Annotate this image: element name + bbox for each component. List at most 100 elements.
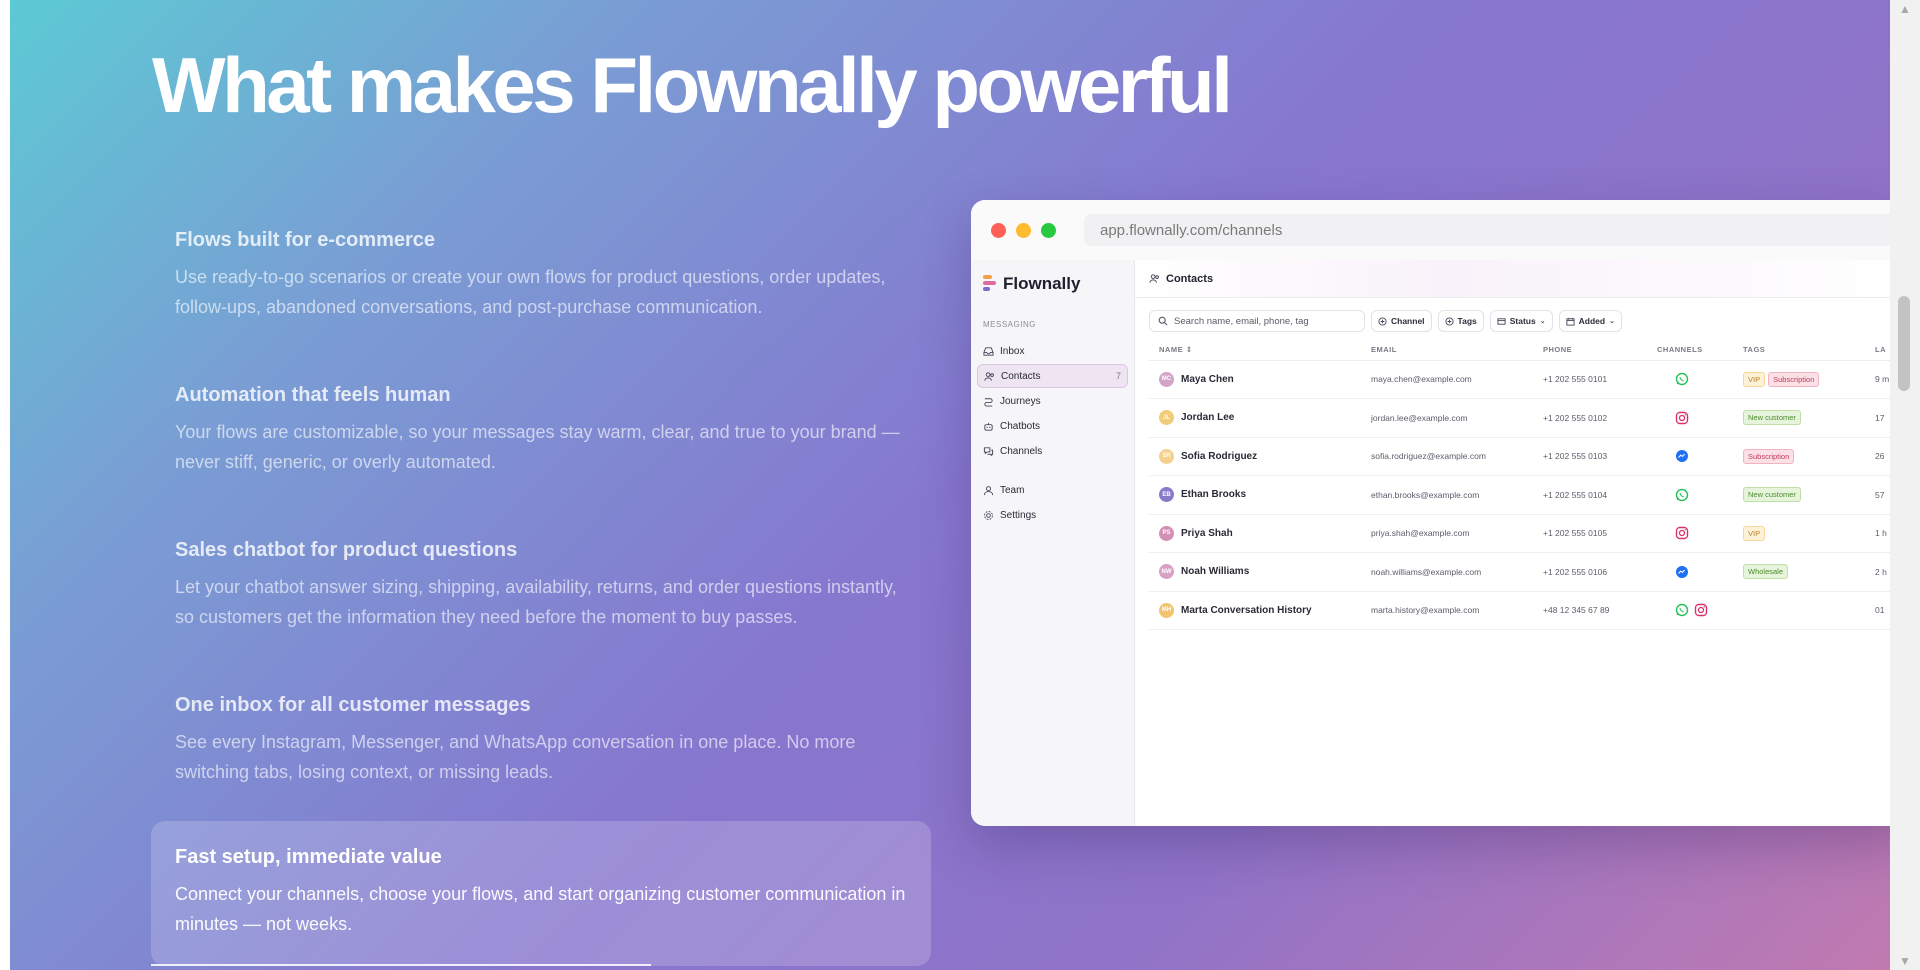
- contact-phone: +1 202 555 0103: [1533, 437, 1647, 476]
- contact-name-cell: SR Sofia Rodriguez: [1159, 448, 1361, 464]
- contact-phone: +1 202 555 0102: [1533, 398, 1647, 438]
- nav-group-label: MESSAGING: [983, 320, 1036, 329]
- contact-tags: Wholesale: [1733, 552, 1865, 592]
- avatar: MH: [1159, 602, 1174, 618]
- page-left-gutter: [0, 0, 10, 970]
- feature-flows-ecommerce[interactable]: Flows built for e-commerce Use ready-to-…: [151, 228, 931, 322]
- chevron-down-icon: ⌄: [1609, 318, 1615, 325]
- team-icon: [983, 485, 994, 495]
- sidebar-item-settings[interactable]: Settings: [977, 503, 1128, 527]
- section-title: What makes Flownally powerful: [152, 41, 1233, 129]
- table-row[interactable]: SR Sofia Rodriguez sofia.rodriguez@example…: [1149, 437, 1890, 476]
- feature-text: Connect your channels, choose your flows…: [175, 884, 906, 934]
- contacts-table-body: MC Maya Chen maya.chen@example.com +1 202 5…: [1149, 360, 1890, 630]
- scroll-down-icon[interactable]: ▼: [1898, 954, 1912, 968]
- table-row[interactable]: MC Maya Chen maya.chen@example.com +1 202 5…: [1149, 360, 1890, 399]
- contact-tags: Subscription: [1733, 437, 1865, 476]
- feature-sales-chatbot[interactable]: Sales chatbot for product questions Let …: [151, 538, 931, 632]
- sidebar-item-channels[interactable]: Channels: [977, 439, 1128, 463]
- feature-title: Fast setup, immediate value: [175, 846, 442, 868]
- contact-last-activity: 1 h: [1865, 514, 1890, 553]
- column-last: LA: [1865, 340, 1890, 361]
- filter-channel[interactable]: Channel: [1371, 310, 1432, 332]
- maximize-window-dot: [1041, 222, 1056, 238]
- contact-channels: [1657, 488, 1733, 502]
- filter-tags[interactable]: Tags: [1437, 310, 1484, 332]
- scroll-up-icon[interactable]: ▲: [1898, 2, 1912, 16]
- sidebar-item-count: 7: [1115, 371, 1121, 381]
- contact-email: sofia.rodriguez@example.com: [1361, 437, 1533, 476]
- contacts-toolbar: Search name, email, phone, tag Channel T…: [1149, 310, 1890, 332]
- avatar: JL: [1159, 410, 1174, 426]
- avatar: PS: [1159, 525, 1174, 541]
- sidebar-item-journeys[interactable]: Journeys: [977, 389, 1128, 413]
- feature-title: Sales chatbot for product questions: [175, 539, 518, 561]
- feature-fast-setup[interactable]: Fast setup, immediate value Connect your…: [151, 821, 931, 966]
- filter-added[interactable]: Added ⌄: [1558, 310, 1622, 332]
- app-sidebar: Flownally MESSAGING Inbox Contacts 7 Journe…: [971, 260, 1135, 826]
- contacts-panel: Contacts Search name, email, phone, tag …: [1135, 260, 1890, 826]
- contact-tags: VIP Subscription: [1733, 360, 1865, 399]
- contact-channels: [1657, 565, 1733, 579]
- sidebar-item-team[interactable]: Team: [977, 478, 1128, 502]
- contact-phone: +48 12 345 67 89: [1533, 591, 1647, 630]
- filter-label: Channel: [1391, 316, 1425, 326]
- avatar: NW: [1159, 564, 1174, 580]
- feature-title: Flows built for e-commerce: [175, 229, 436, 251]
- tag-badge: Subscription: [1768, 371, 1820, 387]
- journeys-icon: [984, 397, 993, 407]
- contact-email: marta.history@example.com: [1361, 591, 1533, 630]
- contact-last-activity: 17: [1865, 398, 1890, 438]
- table-row[interactable]: PS Priya Shah priya.shah@example.com +1 202…: [1149, 514, 1890, 553]
- contact-phone: +1 202 555 0105: [1533, 514, 1647, 553]
- instagram-icon: [1694, 604, 1708, 617]
- sidebar-item-inbox[interactable]: Inbox: [977, 339, 1128, 363]
- messenger-icon: [1676, 565, 1688, 578]
- sidebar-item-contacts[interactable]: Contacts 7: [977, 364, 1128, 388]
- tag-badge: VIP: [1743, 525, 1766, 541]
- features-section: What makes Flownally powerful Flows buil…: [10, 0, 1890, 970]
- contacts-header: Contacts: [1135, 260, 1890, 298]
- feature-automation-human[interactable]: Automation that feels human Your flows a…: [151, 383, 931, 477]
- channels-icon: [983, 446, 994, 456]
- page-scrollbar[interactable]: ▲ ▼: [1890, 0, 1920, 970]
- page-title: Contacts: [1166, 272, 1214, 285]
- column-channels: CHANNELS: [1647, 340, 1733, 361]
- table-row[interactable]: JL Jordan Lee jordan.lee@example.com +1 202…: [1149, 398, 1890, 438]
- contact-name-cell: EB Ethan Brooks: [1159, 487, 1361, 503]
- contact-name-cell: JL Jordan Lee: [1159, 410, 1361, 426]
- contacts-table: NAME ⇕ EMAIL PHONE CHANNELS TAGS LA MC Ma…: [1149, 340, 1890, 630]
- sidebar-item-chatbots[interactable]: Chatbots: [977, 414, 1128, 438]
- sidebar-item-label: Contacts: [1001, 370, 1041, 382]
- tag-badge: New customer: [1743, 487, 1801, 503]
- contact-last-activity: 9 m: [1865, 360, 1890, 399]
- table-row[interactable]: EB Ethan Brooks ethan.brooks@example.com +1…: [1149, 475, 1890, 515]
- feature-text: Use ready-to-go scenarios or create your…: [175, 267, 886, 317]
- filter-status[interactable]: Status ⌄: [1489, 310, 1553, 332]
- table-row[interactable]: MH Marta Conversation History marta.histor…: [1149, 591, 1890, 630]
- filter-label: Tags: [1457, 316, 1477, 326]
- contact-channels: [1657, 449, 1733, 463]
- table-header-row: NAME ⇕ EMAIL PHONE CHANNELS TAGS LA: [1149, 340, 1890, 361]
- minimize-window-dot: [1016, 222, 1031, 238]
- scrollbar-thumb[interactable]: [1898, 296, 1910, 391]
- table-row[interactable]: NW Noah Williams noah.williams@example.com…: [1149, 552, 1890, 592]
- contact-email: priya.shah@example.com: [1361, 514, 1533, 553]
- contact-tags: New customer: [1733, 475, 1865, 515]
- sidebar-item-label: Team: [1000, 484, 1025, 496]
- column-name[interactable]: NAME ⇕: [1149, 340, 1361, 361]
- browser-chrome: app.flownally.com/channels: [971, 200, 1890, 260]
- contact-last-activity: 01: [1865, 591, 1890, 630]
- contact-name: Sofia Rodriguez: [1181, 450, 1258, 462]
- tag-badge: New customer: [1743, 410, 1801, 426]
- feature-one-inbox[interactable]: One inbox for all customer messages See …: [151, 693, 931, 787]
- filter-label: Status: [1509, 316, 1536, 326]
- plus-circle-icon: [1378, 316, 1387, 326]
- contact-email: maya.chen@example.com: [1361, 360, 1533, 399]
- contact-name-cell: NW Noah Williams: [1159, 564, 1361, 580]
- nav-list-secondary: Team Settings: [977, 478, 1128, 527]
- search-input[interactable]: Search name, email, phone, tag: [1149, 310, 1365, 332]
- column-email: EMAIL: [1361, 340, 1533, 361]
- contact-last-activity: 26: [1865, 437, 1890, 476]
- feature-progress-bar: [151, 964, 651, 966]
